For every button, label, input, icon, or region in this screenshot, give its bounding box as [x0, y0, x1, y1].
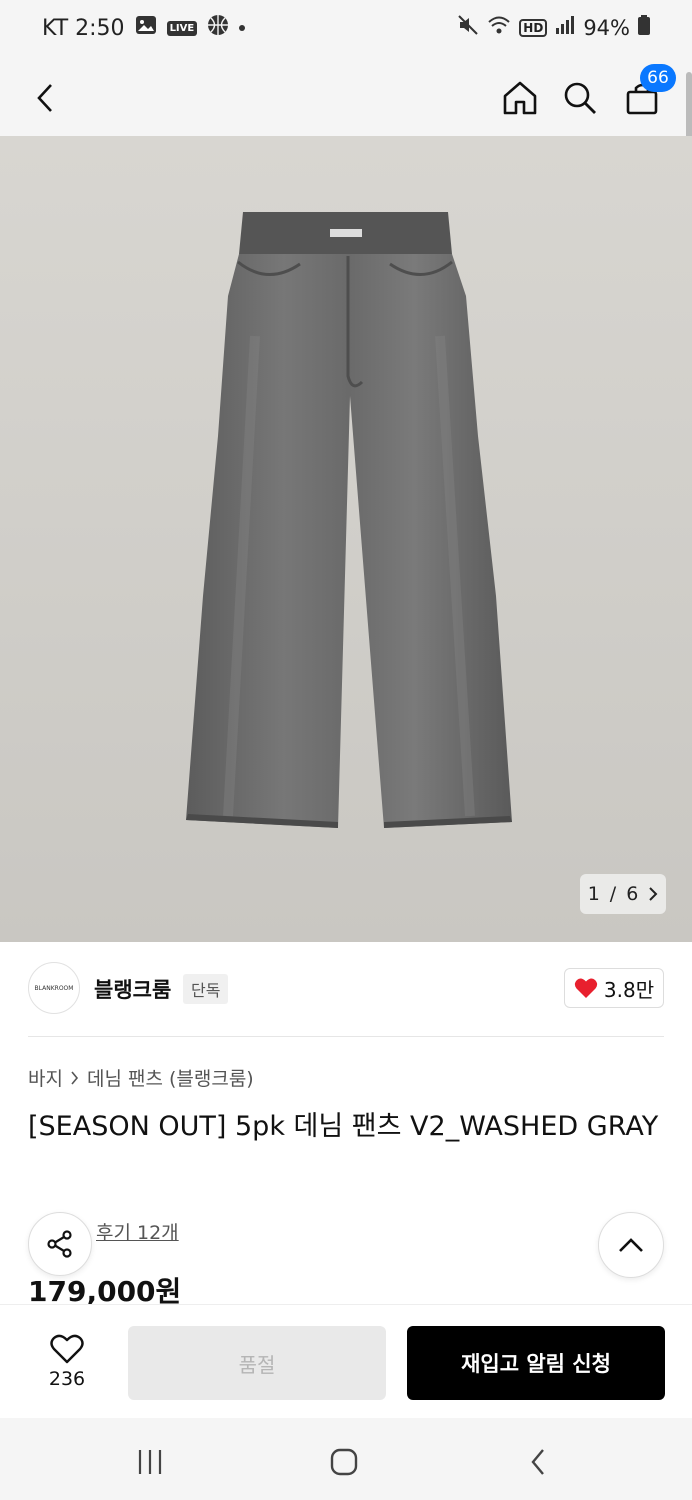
live-badge: LIVE — [166, 20, 198, 36]
app-header: 66 — [0, 60, 692, 136]
brand-logo-text: BLANKROOM — [34, 984, 74, 992]
image-current: 1 — [587, 883, 600, 905]
home-nav-button[interactable] — [316, 1434, 372, 1490]
home-circle-icon — [330, 1448, 358, 1476]
search-button[interactable] — [552, 70, 608, 126]
purchase-bar: 236 품절 재입고 알림 신청 — [0, 1304, 692, 1418]
wishlist-button[interactable]: 236 — [28, 1325, 106, 1399]
product-image[interactable] — [0, 136, 692, 942]
share-button[interactable] — [28, 1212, 92, 1276]
system-nav-bar — [0, 1418, 692, 1500]
image-counter[interactable]: 1 / 6 — [580, 874, 666, 914]
brand-row: BLANKROOM 블랭크룸 단독 3.8만 — [28, 962, 664, 1016]
status-left: KT 2:50 LIVE — [42, 14, 246, 42]
brand-name[interactable]: 블랭크룸 — [94, 974, 171, 1004]
battery-icon — [638, 15, 650, 40]
heart-filled-icon — [574, 978, 598, 998]
back-nav-button[interactable] — [510, 1434, 566, 1490]
back-button[interactable] — [18, 70, 74, 126]
product-title: [SEASON OUT] 5pk 데님 팬츠 V2_WASHED GRAY — [28, 1111, 659, 1142]
scroll-top-button[interactable] — [598, 1212, 664, 1278]
breadcrumb-subcategory[interactable]: 데님 팬츠 (블랭크룸) — [87, 1064, 254, 1091]
divider — [28, 1036, 664, 1037]
chevron-right-icon — [649, 887, 658, 901]
image-separator: / — [609, 883, 617, 905]
brand-like-count: 3.8만 — [603, 977, 655, 1002]
soldout-button: 품절 — [128, 1326, 386, 1400]
heart-outline-icon — [50, 1334, 84, 1364]
carrier-time: KT 2:50 — [42, 15, 125, 41]
cart-button[interactable]: 66 — [614, 64, 676, 126]
search-icon — [564, 82, 596, 114]
review-link[interactable]: 후기 12개 — [96, 1218, 179, 1245]
mute-icon — [457, 14, 479, 41]
image-total: 6 — [626, 883, 639, 905]
hd-badge: HD — [519, 18, 548, 37]
exclusive-badge: 단독 — [183, 974, 229, 1004]
cart-count-badge: 66 — [640, 64, 676, 92]
recent-apps-icon — [138, 1450, 162, 1474]
status-right: HD 94% — [457, 14, 650, 41]
breadcrumb: 바지 데님 팬츠 (블랭크룸) — [28, 1064, 254, 1091]
signal-icon — [555, 15, 575, 40]
chevron-left-icon — [531, 1449, 544, 1475]
brand-like-button[interactable]: 3.8만 — [564, 968, 664, 1008]
home-icon — [503, 81, 537, 115]
brand-logo[interactable]: BLANKROOM — [28, 962, 80, 1014]
gallery-icon — [135, 15, 157, 41]
wifi-icon — [487, 15, 511, 40]
wishlist-count: 236 — [48, 1368, 86, 1390]
breadcrumb-category[interactable]: 바지 — [28, 1064, 63, 1091]
share-icon — [47, 1230, 72, 1258]
home-button[interactable] — [492, 70, 548, 126]
recent-apps-button[interactable] — [122, 1434, 178, 1490]
chevron-left-icon — [37, 84, 52, 112]
basketball-icon — [207, 14, 229, 42]
jeans-photo — [0, 136, 692, 942]
chevron-up-icon — [619, 1238, 643, 1252]
product-price: 179,000원 — [28, 1275, 182, 1306]
battery-percent: 94% — [583, 15, 630, 40]
chevron-right-icon — [71, 1070, 79, 1085]
restock-alert-button[interactable]: 재입고 알림 신청 — [407, 1326, 665, 1400]
notification-dot — [239, 25, 246, 31]
status-bar: KT 2:50 LIVE HD 94% — [0, 0, 692, 60]
